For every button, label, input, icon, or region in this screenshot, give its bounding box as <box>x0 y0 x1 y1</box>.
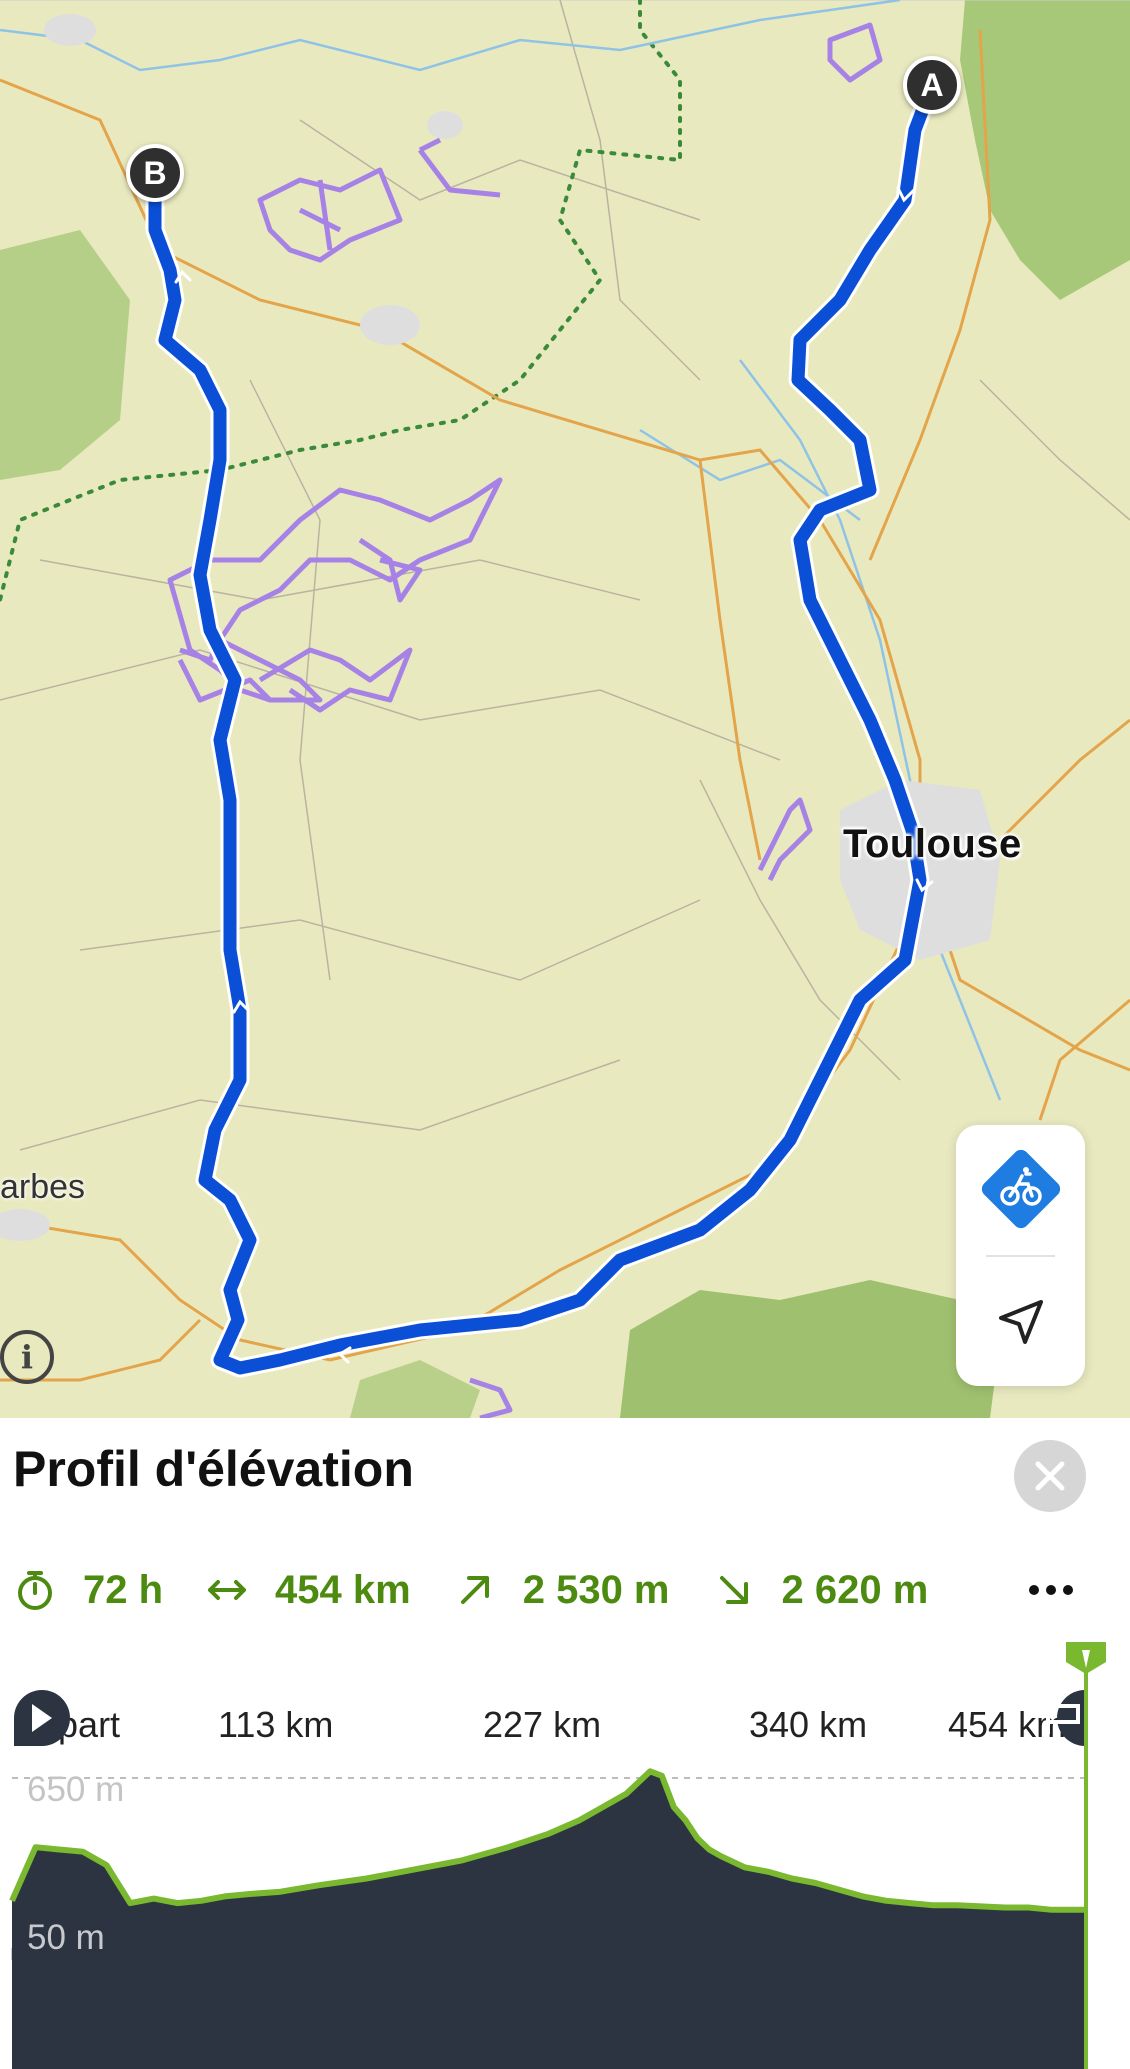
route-map[interactable]: A B Toulouse arbes i <box>0 0 1130 1418</box>
ascent-arrow-icon <box>453 1568 497 1612</box>
descent-arrow-icon <box>712 1568 756 1612</box>
elev-label-low: 50 m <box>27 1918 105 1957</box>
elevation-panel: Profil d'élévation 72 h 454 km 2 530 m 2… <box>0 1418 1130 2069</box>
finish-flag-icon[interactable] <box>1046 1690 1085 1746</box>
stopwatch-icon <box>13 1568 57 1612</box>
elev-label-high: 650 m <box>27 1770 124 1809</box>
locate-arrow-icon <box>998 1300 1043 1344</box>
start-play-icon[interactable] <box>14 1690 70 1746</box>
duration-value: 72 h <box>83 1567 164 1612</box>
city-label-toulouse: Toulouse <box>843 822 1022 866</box>
distance-value: 454 km <box>275 1567 411 1612</box>
bike-layer-button[interactable] <box>956 1125 1085 1253</box>
map-controls <box>956 1125 1085 1386</box>
locate-button[interactable] <box>956 1258 1085 1386</box>
route-start-marker[interactable]: A <box>903 56 961 114</box>
descent-value: 2 620 m <box>781 1567 929 1612</box>
city-label-tarbes: arbes <box>0 1168 86 1206</box>
controls-separator <box>986 1255 1055 1257</box>
stat-descent: 2 620 m <box>712 1567 929 1613</box>
stat-distance: 454 km <box>205 1568 411 1613</box>
stat-duration: 72 h <box>13 1568 163 1613</box>
route-end-marker[interactable]: B <box>126 144 184 202</box>
more-options-icon[interactable] <box>1018 1568 1084 1612</box>
route-stats: 72 h 454 km 2 530 m 2 620 m <box>13 1560 970 1620</box>
close-button[interactable] <box>1014 1440 1086 1512</box>
map-info-icon[interactable]: i <box>0 1330 54 1384</box>
distance-arrows-icon <box>205 1568 249 1612</box>
ascent-value: 2 530 m <box>522 1567 670 1612</box>
panel-title: Profil d'élévation <box>13 1441 414 1497</box>
elevation-chart[interactable]: 650 m 50 m <box>0 1638 1130 2069</box>
elevation-area <box>12 1771 1085 2069</box>
close-icon <box>1035 1461 1065 1491</box>
stat-ascent: 2 530 m <box>453 1568 670 1613</box>
bike-layer-icon <box>981 1149 1060 1229</box>
